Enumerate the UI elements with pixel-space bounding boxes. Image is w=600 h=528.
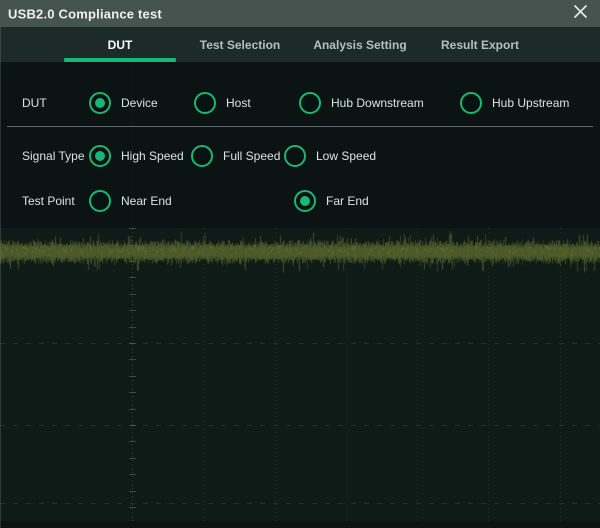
radio-ring (89, 190, 111, 212)
radio-hub-upstream[interactable]: Hub Upstream (460, 92, 569, 114)
row-label-signal-type: Signal Type (22, 149, 85, 163)
tab-dut[interactable]: DUT (60, 27, 180, 62)
axis-tick (129, 327, 136, 328)
radio-option-label: Device (121, 96, 158, 110)
graticule-hline (0, 425, 600, 426)
tab-label: Analysis Setting (313, 38, 406, 52)
radio-low-speed[interactable]: Low Speed (284, 145, 376, 167)
axis-tick (129, 474, 136, 475)
radio-host[interactable]: Host (194, 92, 251, 114)
radio-option-label: Full Speed (223, 149, 280, 163)
radio-selected-dot (95, 98, 105, 108)
axis-tick (129, 458, 136, 459)
settings-panel: DUT Device Host Hub Downstream Hub Upstream S… (0, 62, 600, 228)
axis-tick (129, 425, 136, 426)
axis-tick (129, 507, 136, 508)
radio-high-speed[interactable]: High Speed (89, 145, 184, 167)
axis-tick (129, 491, 136, 492)
tab-label: DUT (108, 38, 133, 52)
axis-tick (129, 343, 136, 344)
radio-hub-downstream[interactable]: Hub Downstream (299, 92, 424, 114)
radio-option-label: Hub Downstream (331, 96, 424, 110)
radio-selected-dot (300, 196, 310, 206)
axis-tick (129, 310, 136, 311)
section-divider (7, 126, 593, 127)
radio-ring (294, 190, 316, 212)
radio-near-end[interactable]: Near End (89, 190, 172, 212)
radio-ring (191, 145, 213, 167)
axis-tick (129, 392, 136, 393)
radio-ring (299, 92, 321, 114)
radio-device[interactable]: Device (89, 92, 158, 114)
scope-display (0, 228, 600, 521)
tab-test-selection[interactable]: Test Selection (180, 27, 300, 62)
tab-result-export[interactable]: Result Export (420, 27, 540, 62)
radio-option-label: Host (226, 96, 251, 110)
close-button[interactable] (568, 2, 592, 26)
dialog-title: USB2.0 Compliance test (8, 6, 162, 21)
usb-compliance-dialog: USB2.0 Compliance test DUT Test Selection… (0, 0, 600, 528)
axis-tick (129, 376, 136, 377)
tab-analysis-setting[interactable]: Analysis Setting (300, 27, 420, 62)
radio-option-label: High Speed (121, 149, 184, 163)
row-label-dut: DUT (22, 96, 47, 110)
bottom-strip (0, 521, 600, 528)
title-bar: USB2.0 Compliance test (0, 0, 600, 27)
close-icon (573, 4, 588, 24)
radio-far-end[interactable]: Far End (294, 190, 369, 212)
noise-waveform (0, 228, 600, 298)
radio-ring (194, 92, 216, 114)
radio-ring (284, 145, 306, 167)
row-label-test-point: Test Point (22, 194, 75, 208)
radio-option-label: Hub Upstream (492, 96, 569, 110)
graticule-hline (0, 343, 600, 344)
tab-label: Test Selection (200, 38, 280, 52)
radio-option-label: Near End (121, 194, 172, 208)
radio-selected-dot (95, 151, 105, 161)
tab-bar: DUT Test Selection Analysis Setting Result … (0, 27, 600, 62)
radio-ring (460, 92, 482, 114)
left-edge-line (0, 27, 1, 528)
axis-tick (129, 359, 136, 360)
radio-option-label: Low Speed (316, 149, 376, 163)
radio-option-label: Far End (326, 194, 369, 208)
axis-tick (129, 409, 136, 410)
axis-tick (129, 441, 136, 442)
tab-label: Result Export (441, 38, 519, 52)
graticule-hline (0, 503, 600, 504)
radio-ring (89, 92, 111, 114)
radio-ring (89, 145, 111, 167)
radio-full-speed[interactable]: Full Speed (191, 145, 280, 167)
graticule-axis-bleed (132, 62, 133, 228)
